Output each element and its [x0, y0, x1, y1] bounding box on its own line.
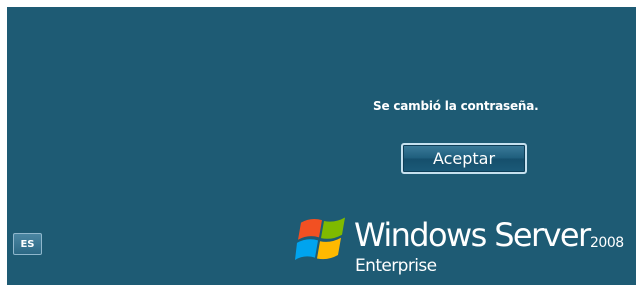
logon-screen: Se cambió la contraseña. Aceptar ES Wind… — [7, 7, 636, 285]
product-edition: Enterprise — [355, 256, 437, 276]
language-button[interactable]: ES — [13, 233, 42, 255]
product-name: Windows Server — [354, 216, 591, 254]
status-message: Se cambió la contraseña. — [373, 99, 539, 113]
product-year: 2008 — [590, 235, 624, 251]
windows-flag-icon — [295, 217, 345, 260]
ok-button[interactable]: Aceptar — [401, 143, 527, 174]
